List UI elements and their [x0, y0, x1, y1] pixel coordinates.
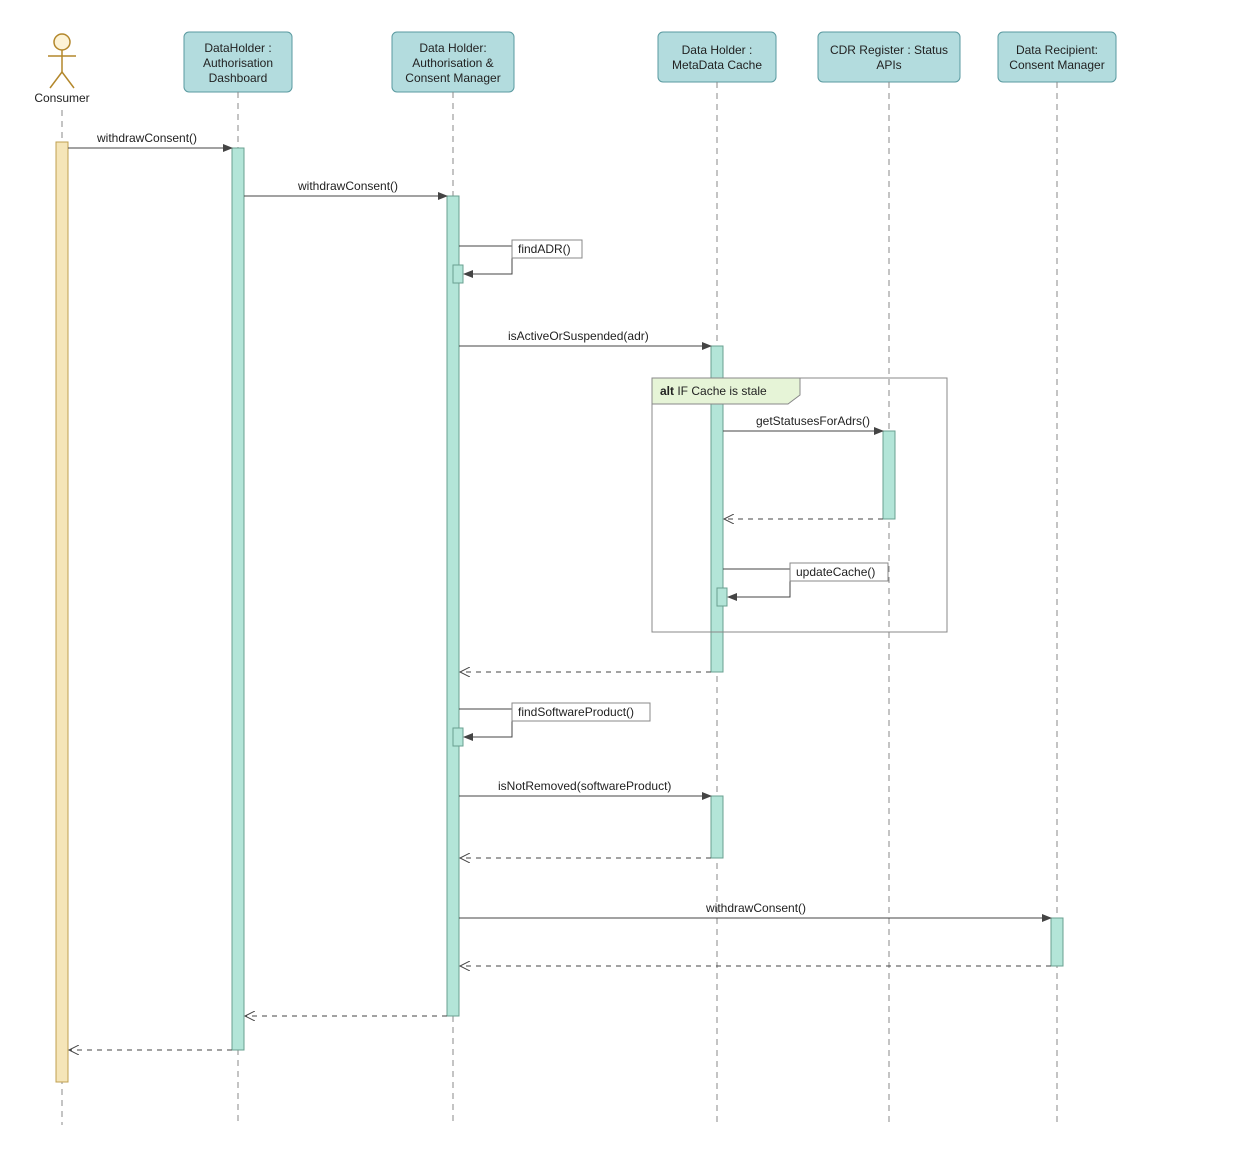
activation-self-findsoftware: [453, 728, 463, 746]
svg-text:isNotRemoved(softwareProduct): isNotRemoved(softwareProduct): [498, 779, 671, 793]
activation-self-updatecache: [717, 588, 727, 606]
svg-text:Data Holder:: Data Holder:: [419, 41, 486, 55]
msg-findsoftware: findSoftwareProduct(): [459, 703, 650, 737]
svg-text:Consent Manager: Consent Manager: [1009, 58, 1104, 72]
svg-text:Dashboard: Dashboard: [209, 71, 268, 85]
msg-updatecache: updateCache(): [723, 563, 888, 597]
svg-text:withdrawConsent(): withdrawConsent(): [705, 901, 806, 915]
activation-consumer: [56, 142, 68, 1082]
svg-text:getStatusesForAdrs(): getStatusesForAdrs(): [756, 414, 870, 428]
participant-dashboard: DataHolder : Authorisation Dashboard: [184, 32, 292, 92]
svg-text:APIs: APIs: [876, 58, 901, 72]
activation-data-recipient: [1051, 918, 1063, 966]
svg-text:updateCache(): updateCache(): [796, 565, 875, 579]
svg-text:Consent Manager: Consent Manager: [405, 71, 500, 85]
activation-self-findadr: [453, 265, 463, 283]
svg-text:Authorisation: Authorisation: [203, 56, 273, 70]
activation-metadata-cache-2: [711, 796, 723, 858]
svg-text:withdrawConsent(): withdrawConsent(): [96, 131, 197, 145]
activation-consent-manager: [447, 196, 459, 1016]
svg-text:Authorisation &: Authorisation &: [412, 56, 493, 70]
svg-text:findSoftwareProduct(): findSoftwareProduct(): [518, 705, 634, 719]
svg-text:DataHolder :: DataHolder :: [204, 41, 271, 55]
svg-text:withdrawConsent(): withdrawConsent(): [297, 179, 398, 193]
svg-text:findADR(): findADR(): [518, 242, 571, 256]
svg-text:isActiveOrSuspended(adr): isActiveOrSuspended(adr): [508, 329, 649, 343]
activation-dashboard: [232, 148, 244, 1050]
actor-consumer: Consumer: [34, 34, 89, 105]
svg-text:alt IF Cache is stale: alt IF Cache is stale: [660, 384, 767, 398]
activation-cdr-register: [883, 431, 895, 519]
participant-metadata-cache: Data Holder : MetaData Cache: [658, 32, 776, 82]
svg-text:CDR Register : Status: CDR Register : Status: [830, 43, 948, 57]
actor-label: Consumer: [34, 91, 89, 105]
svg-text:Data Holder :: Data Holder :: [682, 43, 753, 57]
msg-findadr: findADR(): [459, 240, 582, 274]
svg-text:Data Recipient:: Data Recipient:: [1016, 43, 1098, 57]
participant-data-recipient: Data Recipient: Consent Manager: [998, 32, 1116, 82]
participant-consent-manager: Data Holder: Authorisation & Consent Man…: [392, 32, 514, 92]
sequence-diagram: Consumer DataHolder : Authorisation Dash…: [0, 0, 1245, 1153]
svg-text:MetaData Cache: MetaData Cache: [672, 58, 762, 72]
participant-cdr-register: CDR Register : Status APIs: [818, 32, 960, 82]
